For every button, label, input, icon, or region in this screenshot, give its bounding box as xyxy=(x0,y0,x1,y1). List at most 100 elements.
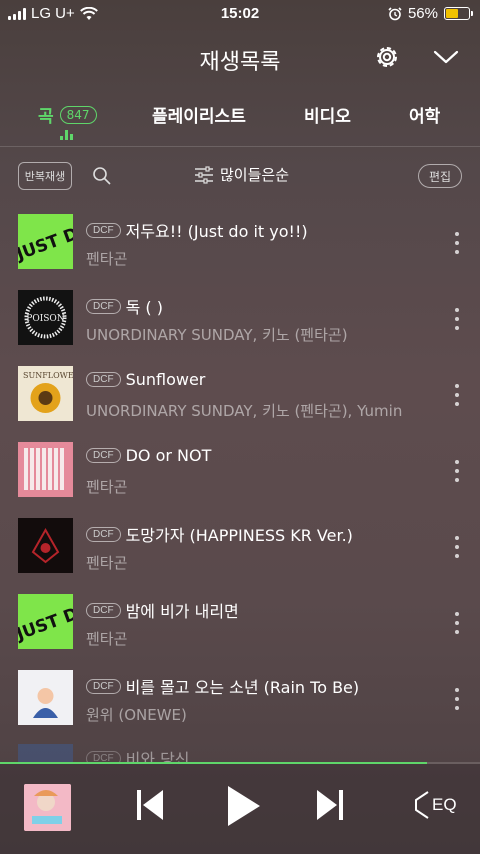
more-options-icon[interactable] xyxy=(450,460,464,482)
eq-label: EQ xyxy=(432,795,457,814)
tab-playlists[interactable]: 플레이리스트 xyxy=(152,102,246,127)
dcf-badge: DCF xyxy=(86,602,121,618)
track-title-row: DCF DO or NOT xyxy=(86,446,211,465)
more-options-icon[interactable] xyxy=(450,384,464,406)
skip-next-icon xyxy=(317,790,343,820)
dcf-badge: DCF xyxy=(86,448,121,463)
track-row[interactable]: DCF 비와 당신 xyxy=(0,742,480,762)
album-art-graphic xyxy=(18,518,73,573)
more-options-icon[interactable] xyxy=(450,232,464,254)
track-title: 비를 몰고 오는 소년 (Rain To Be) xyxy=(125,678,360,697)
list-toolbar: 반복재생 많이들은순 편집 xyxy=(0,160,480,192)
track-title-row: DCF 비를 몰고 오는 소년 (Rain To Be) xyxy=(86,674,359,698)
track-title: 저두요!! (Just do it yo!!) xyxy=(125,222,308,241)
sort-button[interactable]: 많이들은순 xyxy=(194,164,289,185)
track-row[interactable]: DCF 도망가자 (HAPPINESS KR Ver.) 펜타곤 xyxy=(0,510,480,584)
dcf-badge: DCF xyxy=(86,222,121,238)
track-artist: 펜타곤 xyxy=(86,554,128,572)
track-title-row: DCF Sunflower xyxy=(86,370,205,389)
dcf-badge: DCF xyxy=(86,678,121,694)
album-art: POISON xyxy=(18,290,73,345)
track-artist: 펜타곤 xyxy=(86,478,128,496)
mini-player: EQ xyxy=(0,764,480,854)
track-row[interactable]: SUNFLOWER DCF Sunflower UNORDINARY SUNDA… xyxy=(0,358,480,432)
battery-icon xyxy=(444,7,473,20)
battery-percent: 56% xyxy=(407,5,438,22)
status-bar: LG U+ 15:02 56% xyxy=(0,0,480,28)
album-art-graphic: JUST DO IT xyxy=(18,214,73,269)
header: 재생목록 xyxy=(0,36,480,80)
tab-songs[interactable]: 곡 847 xyxy=(38,102,97,127)
play-icon xyxy=(228,786,260,826)
track-title-row: DCF 비와 당신 xyxy=(86,746,190,762)
status-right: 56% xyxy=(388,5,473,22)
track-row[interactable]: POISON DCF 독 ( ) UNORDINARY SUNDAY, 키노 (… xyxy=(0,282,480,356)
track-title-row: DCF 밤에 비가 내리면 xyxy=(86,598,239,622)
dcf-badge: DCF xyxy=(86,372,121,387)
dcf-badge: DCF xyxy=(86,526,121,542)
chevron-down-icon xyxy=(433,50,459,64)
tab-videos[interactable]: 비디오 xyxy=(304,102,351,127)
next-button[interactable] xyxy=(316,788,344,826)
tab-bar: 곡 847 플레이리스트 비디오 어학 xyxy=(0,96,480,144)
settings-button[interactable] xyxy=(372,42,404,74)
track-title: 비와 당신 xyxy=(125,750,190,762)
track-artist: 펜타곤 xyxy=(86,250,128,268)
tab-songs-label: 곡 xyxy=(38,107,54,127)
battery-level xyxy=(446,9,459,18)
track-row[interactable]: DCF DO or NOT 펜타곤 xyxy=(0,434,480,508)
track-artist: 펜타곤 xyxy=(86,630,128,648)
album-art-graphic: JUST DO IT xyxy=(18,594,73,649)
alarm-icon xyxy=(388,6,402,20)
edit-button[interactable]: 편집 xyxy=(418,164,462,188)
divider xyxy=(0,146,480,147)
more-options-icon[interactable] xyxy=(450,308,464,330)
song-count-badge: 847 xyxy=(59,105,97,124)
album-art-graphic: SUNFLOWER xyxy=(18,366,73,421)
track-title: 독 ( ) xyxy=(125,298,163,317)
album-art-graphic: POISON xyxy=(18,290,73,345)
track-artist: UNORDINARY SUNDAY, 키노 (펜타곤) xyxy=(86,326,348,344)
now-playing-art[interactable] xyxy=(24,784,71,831)
album-art xyxy=(18,744,73,762)
search-button[interactable] xyxy=(92,166,112,186)
album-art xyxy=(18,442,73,497)
equalizer-indicator-icon xyxy=(60,130,73,140)
eq-button[interactable]: EQ xyxy=(412,790,457,820)
more-options-icon[interactable] xyxy=(450,688,464,710)
skip-previous-icon xyxy=(137,790,163,820)
search-icon xyxy=(93,167,111,185)
album-art xyxy=(18,670,73,725)
page-title: 재생목록 xyxy=(199,50,281,75)
track-title: 도망가자 (HAPPINESS KR Ver.) xyxy=(125,526,353,545)
svg-text:POISON: POISON xyxy=(26,314,65,324)
gear-icon xyxy=(377,47,397,67)
track-title-row: DCF 저두요!! (Just do it yo!!) xyxy=(86,218,308,242)
track-title-row: DCF 도망가자 (HAPPINESS KR Ver.) xyxy=(86,522,353,546)
repeat-button[interactable]: 반복재생 xyxy=(18,162,72,190)
album-art: JUST DO IT xyxy=(18,214,73,269)
track-row[interactable]: DCF 비를 몰고 오는 소년 (Rain To Be) 원위 (ONEWE) xyxy=(0,662,480,736)
now-playing-art-graphic xyxy=(24,784,71,831)
tab-language[interactable]: 어학 xyxy=(409,102,440,127)
collapse-button[interactable] xyxy=(432,44,462,72)
sliders-icon xyxy=(195,165,213,184)
svg-text:SUNFLOWER: SUNFLOWER xyxy=(23,371,73,380)
track-row[interactable]: JUST DO IT DCF 저두요!! (Just do it yo!!) 펜… xyxy=(0,206,480,280)
previous-button[interactable] xyxy=(136,788,164,826)
dcf-badge: DCF xyxy=(86,298,121,314)
sort-label: 많이들은순 xyxy=(220,166,290,184)
album-art-graphic xyxy=(18,670,73,725)
album-art xyxy=(18,518,73,573)
dcf-badge: DCF xyxy=(86,750,121,762)
track-title: DO or NOT xyxy=(125,446,212,465)
more-options-icon[interactable] xyxy=(450,536,464,558)
play-button[interactable] xyxy=(226,784,262,832)
track-title: Sunflower xyxy=(125,370,206,389)
eq-speaker-icon xyxy=(415,791,429,819)
album-art: SUNFLOWER xyxy=(18,366,73,421)
more-options-icon[interactable] xyxy=(450,612,464,634)
track-row[interactable]: JUST DO IT DCF 밤에 비가 내리면 펜타곤 xyxy=(0,586,480,660)
track-title-row: DCF 독 ( ) xyxy=(86,294,163,318)
album-art: JUST DO IT xyxy=(18,594,73,649)
